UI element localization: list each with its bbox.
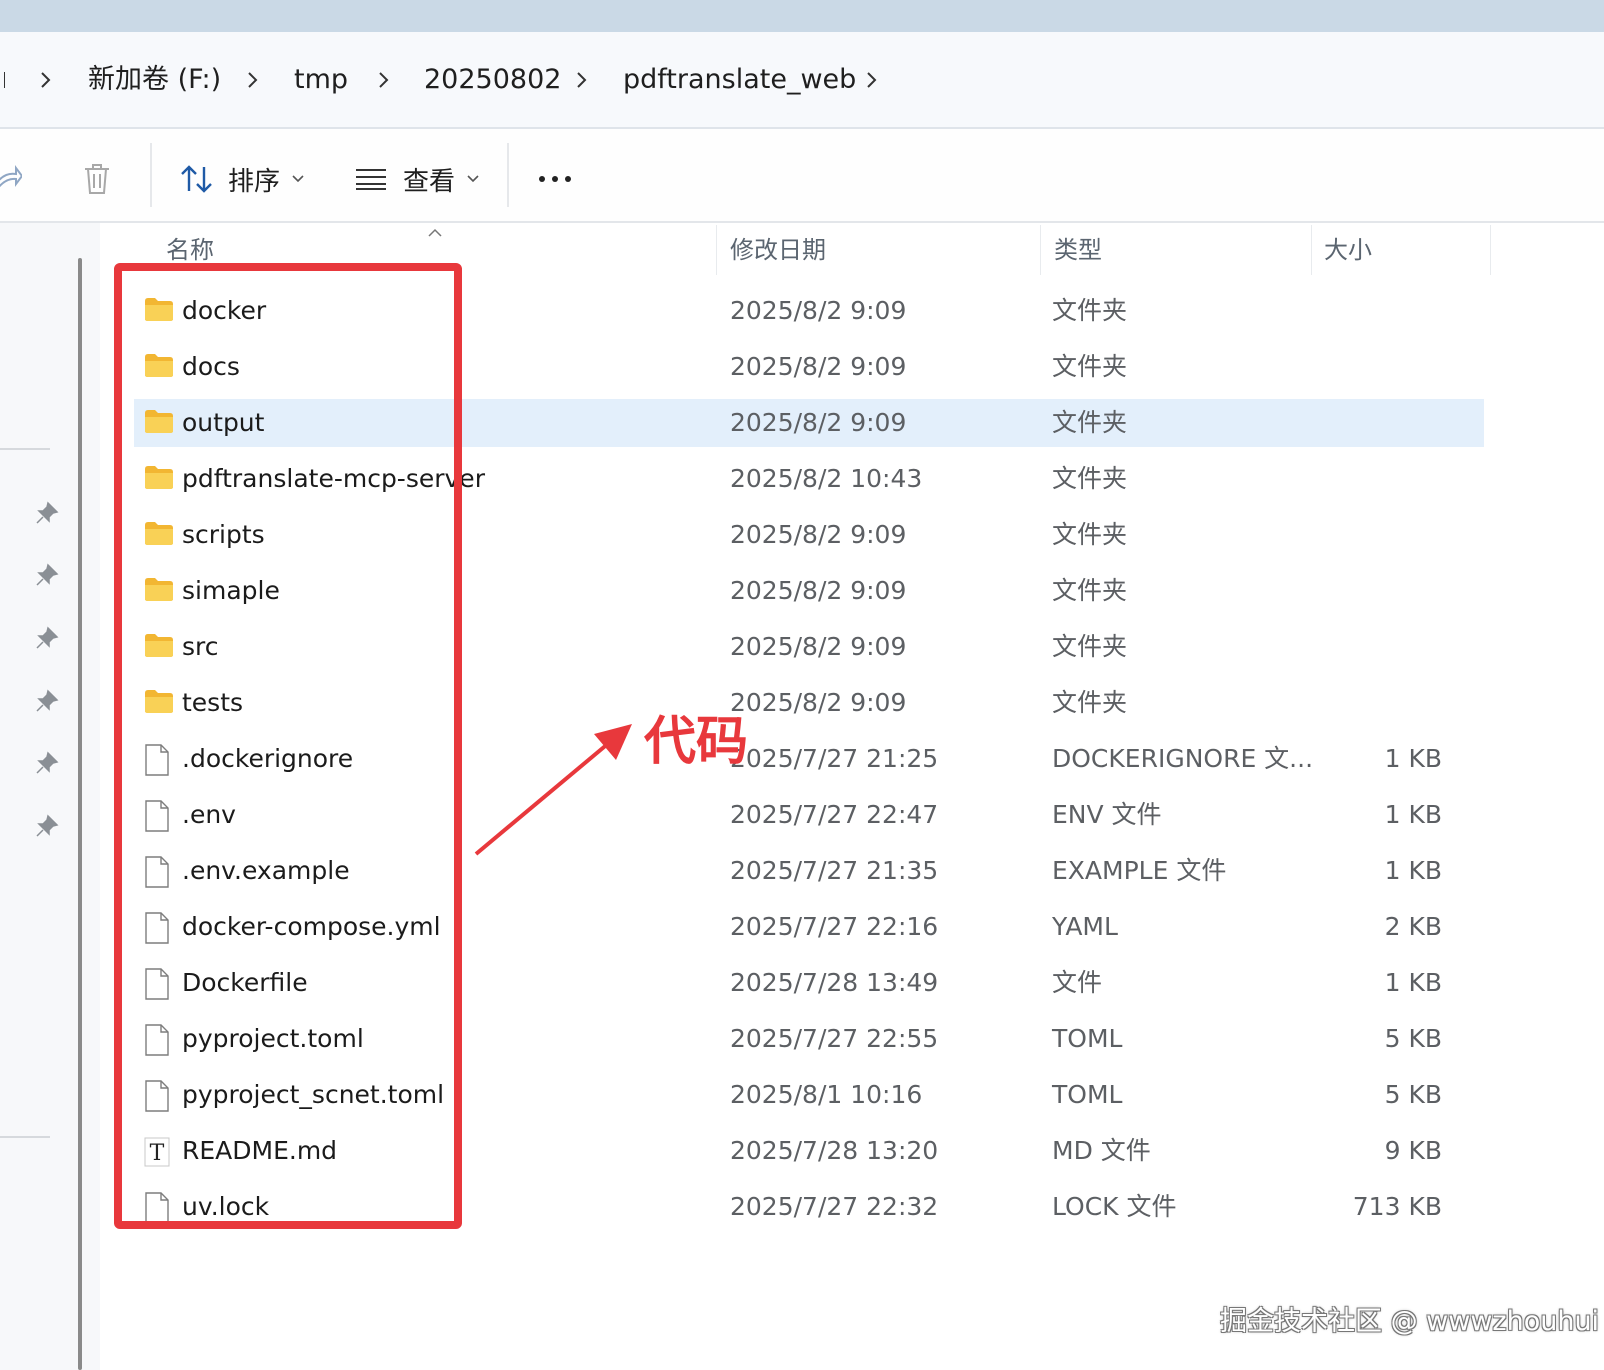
- breadcrumb-item-date-folder[interactable]: 20250802: [424, 60, 561, 100]
- breadcrumb-item-current-folder[interactable]: pdftranslate_web: [623, 60, 856, 100]
- file-type: EXAMPLE 文件: [1052, 856, 1227, 885]
- file-type: 文件夹: [1052, 632, 1128, 661]
- file-type: TOML: [1052, 1080, 1123, 1109]
- breadcrumb-item-drive[interactable]: 新加卷 (F:): [88, 60, 221, 100]
- chevron-down-icon: [292, 175, 304, 183]
- more-options-icon[interactable]: [538, 159, 572, 199]
- file-modified-date: 2025/7/28 13:49: [730, 968, 939, 997]
- file-size: 1 KB: [1384, 968, 1442, 997]
- file-size: 1 KB: [1384, 856, 1442, 885]
- view-button[interactable]: 查看: [355, 159, 479, 199]
- file-modified-date: 2025/7/27 22:55: [730, 1024, 939, 1053]
- file-type: 文件夹: [1052, 688, 1128, 717]
- file-type: 文件夹: [1052, 576, 1128, 605]
- share-icon[interactable]: [0, 159, 22, 199]
- highlight-box: [114, 263, 462, 1229]
- chevron-right-icon[interactable]: [862, 60, 882, 100]
- file-size: 1 KB: [1384, 800, 1442, 829]
- nav-divider: [0, 448, 50, 450]
- chevron-down-icon: [467, 175, 479, 183]
- watermark: 掘金技术社区 @ wwwzhouhui: [1220, 1306, 1600, 1337]
- navigation-pane[interactable]: [0, 223, 100, 1370]
- sort-icon: [180, 164, 214, 194]
- pin-icon[interactable]: [34, 813, 60, 839]
- file-modified-date: 2025/7/27 22:47: [730, 800, 939, 829]
- file-type: 文件夹: [1052, 520, 1128, 549]
- column-divider[interactable]: [1490, 225, 1491, 275]
- file-size: 713 KB: [1352, 1192, 1442, 1221]
- file-type: 文件夹: [1052, 408, 1128, 437]
- file-size: 1 KB: [1384, 744, 1442, 773]
- file-type: 文件: [1052, 968, 1103, 997]
- file-type: TOML: [1052, 1024, 1123, 1053]
- delete-icon[interactable]: [82, 159, 112, 199]
- file-type: 文件夹: [1052, 352, 1128, 381]
- file-modified-date: 2025/8/2 9:09: [730, 688, 907, 717]
- annotation-label: 代码: [644, 712, 749, 772]
- file-modified-date: 2025/7/28 13:20: [730, 1136, 939, 1165]
- pin-icon[interactable]: [34, 562, 60, 588]
- chevron-right-icon[interactable]: [243, 60, 263, 100]
- toolbar-divider: [150, 143, 152, 207]
- file-type: 文件夹: [1052, 464, 1128, 493]
- file-modified-date: 2025/7/27 22:16: [730, 912, 939, 941]
- file-type: LOCK 文件: [1052, 1192, 1177, 1221]
- chevron-right-icon[interactable]: [374, 60, 394, 100]
- file-modified-date: 2025/7/27 21:35: [730, 856, 939, 885]
- file-modified-date: 2025/8/1 10:16: [730, 1080, 923, 1109]
- pin-icon[interactable]: [34, 625, 60, 651]
- sort-label: 排序: [228, 166, 281, 197]
- breadcrumb-item-tmp[interactable]: tmp: [294, 60, 348, 100]
- toolbar-divider: [507, 143, 509, 207]
- view-list-icon: [355, 168, 387, 190]
- file-modified-date: 2025/8/2 9:09: [730, 408, 907, 437]
- pin-icon[interactable]: [34, 500, 60, 526]
- file-modified-date: 2025/8/2 9:09: [730, 352, 907, 381]
- chevron-right-icon: [0, 60, 20, 100]
- column-header-date[interactable]: 修改日期: [730, 230, 826, 270]
- file-size: 5 KB: [1384, 1024, 1442, 1053]
- command-bar: 排序 查看: [0, 129, 1604, 223]
- file-size: 5 KB: [1384, 1080, 1442, 1109]
- sort-button[interactable]: 排序: [180, 159, 304, 199]
- file-type: MD 文件: [1052, 1136, 1151, 1165]
- chevron-right-icon[interactable]: [572, 60, 592, 100]
- view-label: 查看: [403, 166, 456, 197]
- title-bar: [0, 0, 1604, 32]
- file-modified-date: 2025/8/2 10:43: [730, 464, 923, 493]
- file-modified-date: 2025/8/2 9:09: [730, 296, 907, 325]
- file-modified-date: 2025/7/27 21:25: [730, 744, 939, 773]
- pin-icon[interactable]: [34, 750, 60, 776]
- pin-icon[interactable]: [34, 688, 60, 714]
- sort-ascending-icon: [428, 222, 442, 241]
- nav-scrollbar[interactable]: [78, 258, 82, 1370]
- file-modified-date: 2025/8/2 9:09: [730, 520, 907, 549]
- file-modified-date: 2025/8/2 9:09: [730, 632, 907, 661]
- column-divider[interactable]: [716, 225, 717, 275]
- column-header-type[interactable]: 类型: [1054, 230, 1102, 270]
- file-modified-date: 2025/8/2 9:09: [730, 576, 907, 605]
- file-size: 9 KB: [1384, 1136, 1442, 1165]
- chevron-right-icon[interactable]: [36, 60, 56, 100]
- annotation-arrow: [474, 724, 632, 856]
- file-type: DOCKERIGNORE 文...: [1052, 744, 1314, 773]
- nav-divider: [0, 1136, 50, 1138]
- column-divider[interactable]: [1311, 225, 1312, 275]
- column-header-size[interactable]: 大小: [1324, 230, 1372, 270]
- file-modified-date: 2025/7/27 22:32: [730, 1192, 939, 1221]
- file-type: ENV 文件: [1052, 800, 1162, 829]
- file-type: YAML: [1052, 912, 1118, 941]
- file-size: 2 KB: [1384, 912, 1442, 941]
- file-type: 文件夹: [1052, 296, 1128, 325]
- column-divider[interactable]: [1040, 225, 1041, 275]
